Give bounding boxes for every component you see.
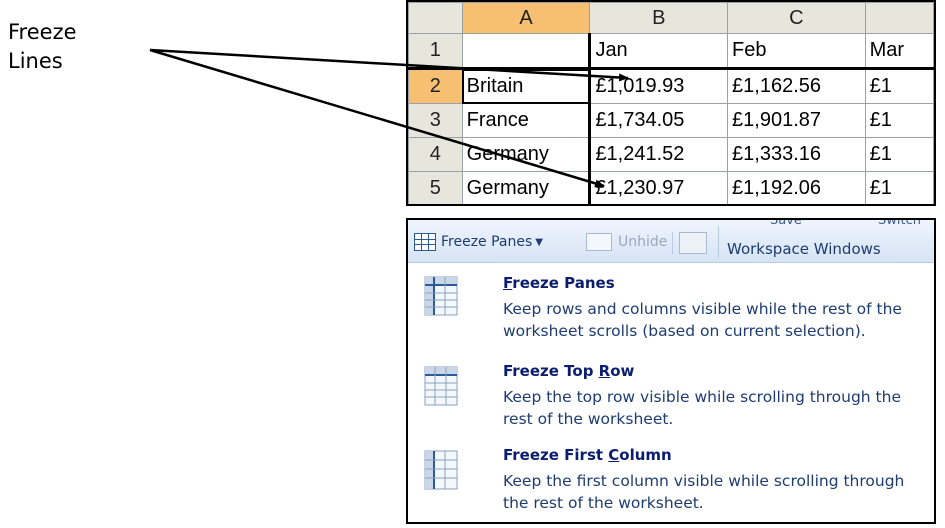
cell-c4[interactable]: £1,333.16 — [727, 137, 866, 172]
switch-label-top: Switch — [878, 218, 921, 228]
cell-c3[interactable]: £1,901.87 — [727, 103, 866, 138]
ribbon-window-group: Save Switch Freeze Panes ▼ Unhide Worksp… — [408, 220, 934, 263]
cell-a4[interactable]: Germany — [461, 137, 592, 172]
menu-item-freeze-first-column[interactable]: Freeze First Column Keep the first colum… — [408, 442, 934, 522]
spreadsheet-grid: A B C 1 Jan Feb Mar 2 Britain £1,019.93 … — [406, 0, 936, 206]
cell-d3[interactable]: £1 — [864, 103, 934, 138]
row-header-2[interactable]: 2 — [408, 68, 463, 104]
unhide-icon — [586, 233, 612, 251]
table-row: 1 Jan Feb Mar — [408, 33, 934, 70]
menu-item-title: Freeze First Column — [503, 446, 672, 464]
cell-b5[interactable]: £1,230.97 — [589, 171, 729, 204]
menu-item-freeze-top-row[interactable]: Freeze Top Row Keep the top row visible … — [408, 358, 934, 438]
table-row: 4 Germany £1,241.52 £1,333.16 £1 — [408, 137, 934, 172]
annotation-line-1: Freeze — [8, 20, 77, 44]
row-header-3[interactable]: 3 — [408, 103, 463, 138]
column-header-b[interactable]: B — [589, 2, 729, 34]
freeze-panes-dropdown: Save Switch Freeze Panes ▼ Unhide Worksp… — [406, 218, 936, 524]
menu-item-description: Keep the top row visible while scrolling… — [503, 388, 901, 428]
select-all-corner[interactable] — [408, 2, 463, 34]
cell-a2[interactable]: Britain — [461, 68, 592, 104]
workspace-windows-label[interactable]: Workspace Windows — [727, 240, 881, 258]
menu-item-title: Freeze Top Row — [503, 362, 635, 380]
menu-item-description: Keep the first column visible while scro… — [503, 472, 905, 512]
freeze-panes-icon — [414, 233, 436, 251]
divider — [718, 226, 719, 258]
column-header-a[interactable]: A — [461, 2, 591, 34]
cell-d4[interactable]: £1 — [864, 137, 934, 172]
cell-b4[interactable]: £1,241.52 — [589, 137, 729, 172]
column-header-c[interactable]: C — [727, 2, 866, 34]
table-row: 3 France £1,734.05 £1,901.87 £1 — [408, 103, 934, 138]
freeze-panes-label: Freeze Panes — [441, 234, 533, 250]
column-header-d[interactable] — [864, 2, 934, 34]
menu-item-description: Keep rows and columns visible while the … — [503, 300, 902, 340]
row-header-5[interactable]: 5 — [408, 171, 463, 204]
cell-a1[interactable] — [461, 33, 592, 70]
table-row: 2 Britain £1,019.93 £1,162.56 £1 — [408, 68, 934, 104]
row-header-4[interactable]: 4 — [408, 137, 463, 172]
cell-b2[interactable]: £1,019.93 — [589, 68, 729, 104]
cell-b3[interactable]: £1,734.05 — [589, 103, 729, 138]
cell-c2[interactable]: £1,162.56 — [727, 68, 866, 104]
menu-item-title: Freeze Panes — [503, 274, 615, 292]
cell-c1[interactable]: Feb — [727, 33, 866, 70]
freeze-lines-annotation: Freeze Lines — [8, 18, 77, 76]
side-by-side-icon[interactable] — [679, 232, 707, 254]
table-row: 5 Germany £1,230.97 £1,192.06 £1 — [408, 171, 934, 204]
row-header-1[interactable]: 1 — [408, 33, 463, 70]
freeze-panes-icon — [424, 276, 458, 316]
cell-b1[interactable]: Jan — [589, 33, 729, 70]
divider — [672, 232, 673, 254]
cell-c5[interactable]: £1,192.06 — [727, 171, 866, 204]
cell-d5[interactable]: £1 — [864, 171, 934, 204]
chevron-down-icon: ▼ — [535, 236, 543, 248]
save-label-top: Save — [770, 218, 802, 228]
unhide-label: Unhide — [618, 234, 668, 250]
freeze-first-column-icon — [424, 450, 458, 490]
freeze-top-row-icon — [424, 366, 458, 406]
cell-d2[interactable]: £1 — [864, 68, 934, 104]
annotation-line-2: Lines — [8, 49, 63, 73]
freeze-panes-button[interactable]: Freeze Panes ▼ — [414, 230, 543, 254]
cell-a3[interactable]: France — [461, 103, 592, 138]
cell-d1[interactable]: Mar — [864, 33, 934, 70]
cell-a5[interactable]: Germany — [461, 171, 592, 204]
unhide-button[interactable]: Unhide — [586, 230, 667, 254]
menu-item-freeze-panes[interactable]: Freeze Panes Keep rows and columns visib… — [408, 268, 934, 350]
